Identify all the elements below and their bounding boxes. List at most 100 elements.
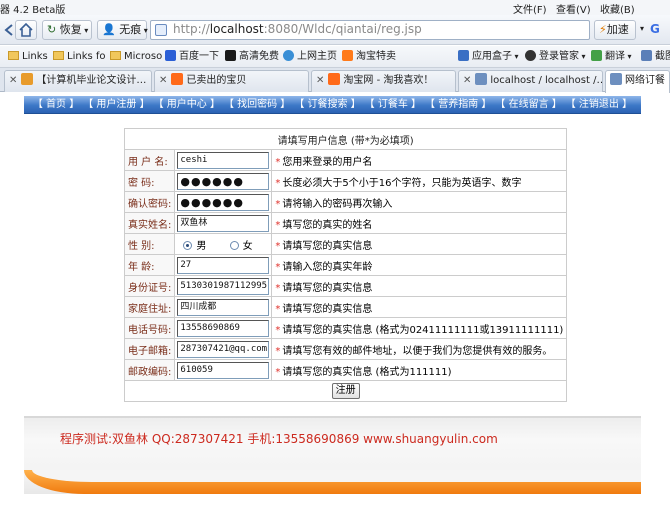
radio-male[interactable] [183, 240, 193, 250]
home-icon [19, 22, 33, 37]
menu-file[interactable]: 文件(F) [513, 1, 547, 16]
taobao-icon [342, 50, 353, 61]
bookmark-baidu[interactable]: 百度一下 [165, 49, 219, 65]
accelerate-button[interactable]: ⚡加速 [594, 20, 636, 40]
close-icon[interactable]: ✕ [463, 75, 471, 86]
bookmark-taobao[interactable]: 淘宝特卖 [342, 49, 396, 65]
username-hint: 您用来登录的用户名 [282, 156, 373, 168]
page-icon [155, 24, 167, 36]
form-row-age: 年 龄: 27 * 请输入您的真实年龄 [123, 254, 568, 276]
required-star: * [275, 177, 281, 189]
confirm-password-input[interactable]: ●●●●●● [177, 193, 270, 211]
address-bar[interactable]: http://localhost:8080/Wldc/qiantai/reg.j… [150, 20, 590, 40]
required-star: * [275, 282, 281, 294]
home-button[interactable] [15, 20, 37, 40]
registration-form: 请填写用户信息 (带*为必填项) 用 户 名: ceshi * 您用来登录的用户名… [123, 128, 568, 402]
required-star: * [275, 303, 281, 315]
globe-icon [283, 50, 294, 61]
real-name-input[interactable]: 双鱼林 [177, 214, 270, 232]
close-icon[interactable]: ✕ [9, 75, 17, 86]
accelerate-label: 加速 [606, 23, 629, 36]
confirm-password-label: 确认密码: [123, 191, 176, 213]
gender-male-option[interactable]: 男 [177, 240, 206, 252]
translate-icon [591, 50, 602, 61]
nav-home[interactable]: 【 首页 】 [33, 98, 79, 112]
tab-localhost[interactable]: ✕ localhost / localhost /… [458, 70, 603, 92]
phone-label: 电话号码: [123, 317, 176, 339]
browser-title: 器 4.2 Beta版 [0, 5, 66, 16]
bookmark-links[interactable]: Links [8, 49, 48, 65]
postcode-input[interactable]: 610059 [177, 361, 270, 379]
form-row-username: 用 户 名: ceshi * 您用来登录的用户名 [123, 149, 568, 171]
required-star: * [275, 261, 281, 273]
bookmark-microsoft[interactable]: Microso [110, 49, 162, 65]
site-icon [21, 73, 34, 85]
form-row-postcode: 邮政编码: 610059 * 请填写您的真实信息 (格式为111111) [123, 359, 568, 381]
address-hint: 请填写您的真实信息 [282, 303, 373, 315]
site-nav-bar: 【 首页 】 【 用户注册 】 【 用户中心 】 【 找回密码 】 【 订餐搜索… [24, 96, 641, 114]
nav-logout[interactable]: 【 注销退出 】 [566, 98, 632, 112]
bookmark-links-fo[interactable]: Links fo [53, 49, 106, 65]
nav-user-center[interactable]: 【 用户中心 】 [154, 98, 220, 112]
tab-thesis[interactable]: ✕ 【计算机毕业论文设计… [4, 70, 152, 92]
email-input[interactable]: 287307421@qq.com [177, 340, 270, 358]
confirm-password-hint: 请将输入的密码再次输入 [282, 198, 393, 210]
nav-nutrition-guide[interactable]: 【 营养指南 】 [425, 98, 491, 112]
incognito-button[interactable]: 👤 无痕 ▾ [97, 20, 148, 40]
postcode-hint: 请填写您的真实信息 (格式为111111) [282, 366, 452, 378]
folder-icon [8, 51, 19, 60]
footer-text: 程序测试:双鱼林 QQ:287307421 手机:13558690869 www… [60, 432, 498, 446]
bookmark-home-page[interactable]: 上网主页 [283, 49, 337, 65]
menu-favorites[interactable]: 收藏(B) [600, 1, 635, 16]
url-text[interactable]: http://localhost:8080/Wldc/qiantai/reg.j… [173, 22, 422, 36]
bookmark-translate[interactable]: 翻译 ▾ [591, 49, 632, 65]
tab-taobao[interactable]: ✕ 淘宝网 - 淘我喜欢！ [311, 70, 456, 92]
id-number-input[interactable]: 513030198711299513 [177, 277, 270, 295]
age-input[interactable]: 27 [177, 256, 270, 274]
password-hint: 长度必须大于5个小于16个字符，只能为英语字、数字 [282, 177, 522, 189]
password-label: 密 码: [123, 170, 176, 192]
folder-icon [110, 51, 121, 60]
radio-female[interactable] [229, 240, 239, 250]
tab-sold-items[interactable]: ✕ 已卖出的宝贝 [154, 70, 309, 92]
incognito-icon: 👤 [102, 23, 116, 36]
dropdown-arrow-icon[interactable]: ▾ [640, 20, 648, 40]
required-star: * [275, 219, 281, 231]
nav-register[interactable]: 【 用户注册 】 [83, 98, 149, 112]
back-arrow-icon[interactable] [2, 20, 14, 40]
gender-female-option[interactable]: 女 [224, 240, 253, 252]
close-icon[interactable]: ✕ [159, 75, 167, 86]
form-row-real-name: 真实姓名: 双鱼林 * 填写您的真实的姓名 [123, 212, 568, 234]
tab-bar: ✕ 【计算机毕业论文设计… ✕ 已卖出的宝贝 ✕ 淘宝网 - 淘我喜欢！ ✕ local… [0, 68, 670, 93]
form-row-confirm-password: 确认密码: ●●●●●● * 请将输入的密码再次输入 [123, 191, 568, 213]
nav-order-search[interactable]: 【 订餐搜索 】 [294, 98, 360, 112]
bookmark-login-manager[interactable]: 登录管家 ▾ [525, 49, 586, 65]
password-input[interactable]: ●●●●●● [177, 172, 270, 190]
restore-button[interactable]: ↻ 恢复 ▾ [42, 20, 92, 40]
form-row-id-number: 身份证号: 513030198711299513 * 请填写您的真实信息 [123, 275, 568, 297]
username-label: 用 户 名: [123, 149, 176, 171]
form-header: 请填写用户信息 (带*为必填项) [123, 128, 568, 150]
tab-online-order[interactable]: 网络订餐 [605, 70, 670, 93]
address-input[interactable]: 四川成都 [177, 298, 270, 316]
email-label: 电子邮箱: [123, 338, 176, 360]
google-icon[interactable]: G [650, 20, 668, 40]
real-name-hint: 填写您的真实的姓名 [282, 219, 373, 231]
nav-online-message[interactable]: 【 在线留言 】 [495, 98, 561, 112]
menu-view[interactable]: 查看(V) [556, 1, 591, 16]
hd-icon [225, 50, 236, 61]
bookmark-screenshot[interactable]: 截图 [641, 49, 670, 65]
nav-recover-password[interactable]: 【 找回密码 】 [224, 98, 290, 112]
username-input[interactable]: ceshi [177, 151, 270, 169]
bookmark-hd-free[interactable]: 高清免费 [225, 49, 279, 65]
close-icon[interactable]: ✕ [316, 75, 324, 86]
browser-title-bar: 器 4.2 Beta版 文件(F) 查看(V) 收藏(B) [0, 0, 670, 16]
restore-label: 恢复 [59, 23, 82, 36]
folder-icon [53, 51, 64, 60]
form-row-email: 电子邮箱: 287307421@qq.com * 请填写您有效的邮件地址，以便于我… [123, 338, 568, 360]
browser-toolbar: ↻ 恢复 ▾ 👤 无痕 ▾ http://localhost:8080/Wldc… [0, 15, 670, 45]
phone-input[interactable]: 13558690869 [177, 319, 270, 337]
bookmark-app-box[interactable]: 应用盒子 ▾ [458, 49, 519, 65]
nav-order-cart[interactable]: 【 订餐车 】 [365, 98, 421, 112]
register-button[interactable]: 注册 [331, 383, 360, 399]
